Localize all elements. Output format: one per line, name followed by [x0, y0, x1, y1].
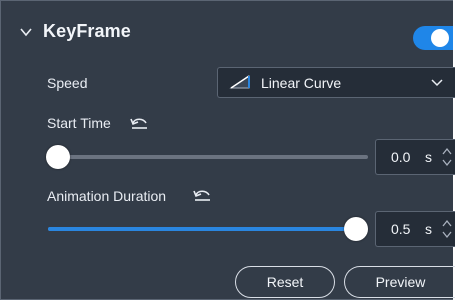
- animation-duration-slider[interactable]: [48, 217, 368, 241]
- animation-duration-value: 0.5: [391, 221, 411, 237]
- panel-header[interactable]: KeyFrame: [19, 21, 131, 42]
- keyframe-panel: KeyFrame Speed Linear Curve Start Time 0…: [0, 0, 455, 300]
- start-time-label: Start Time: [47, 115, 111, 131]
- chevron-down-icon[interactable]: [19, 25, 33, 39]
- start-time-value: 0.0: [391, 149, 411, 165]
- toggle-knob: [431, 29, 449, 47]
- speed-label: Speed: [47, 75, 88, 91]
- stepper-icon[interactable]: [441, 146, 453, 168]
- start-time-unit: s: [425, 149, 432, 165]
- stepper-icon[interactable]: [441, 218, 453, 240]
- animation-duration-slider-thumb[interactable]: [344, 217, 368, 241]
- animation-duration-slider-fill: [48, 227, 356, 231]
- preview-button[interactable]: Preview: [344, 266, 455, 298]
- animation-duration-input[interactable]: 0.5 s: [375, 211, 455, 247]
- undo-icon[interactable]: [192, 188, 212, 202]
- start-time-slider[interactable]: [46, 145, 368, 169]
- linear-curve-icon: [229, 75, 250, 89]
- chevron-down-icon: [431, 79, 443, 87]
- start-time-slider-thumb[interactable]: [46, 145, 70, 169]
- speed-select-value: Linear Curve: [261, 75, 342, 91]
- speed-select[interactable]: Linear Curve: [217, 67, 455, 98]
- start-time-input[interactable]: 0.0 s: [375, 139, 455, 175]
- animation-duration-label: Animation Duration: [47, 188, 167, 204]
- keyframe-enable-toggle[interactable]: [413, 26, 453, 50]
- animation-duration-unit: s: [425, 221, 432, 237]
- undo-icon[interactable]: [129, 116, 149, 130]
- reset-button[interactable]: Reset: [235, 266, 335, 298]
- panel-title: KeyFrame: [43, 21, 131, 41]
